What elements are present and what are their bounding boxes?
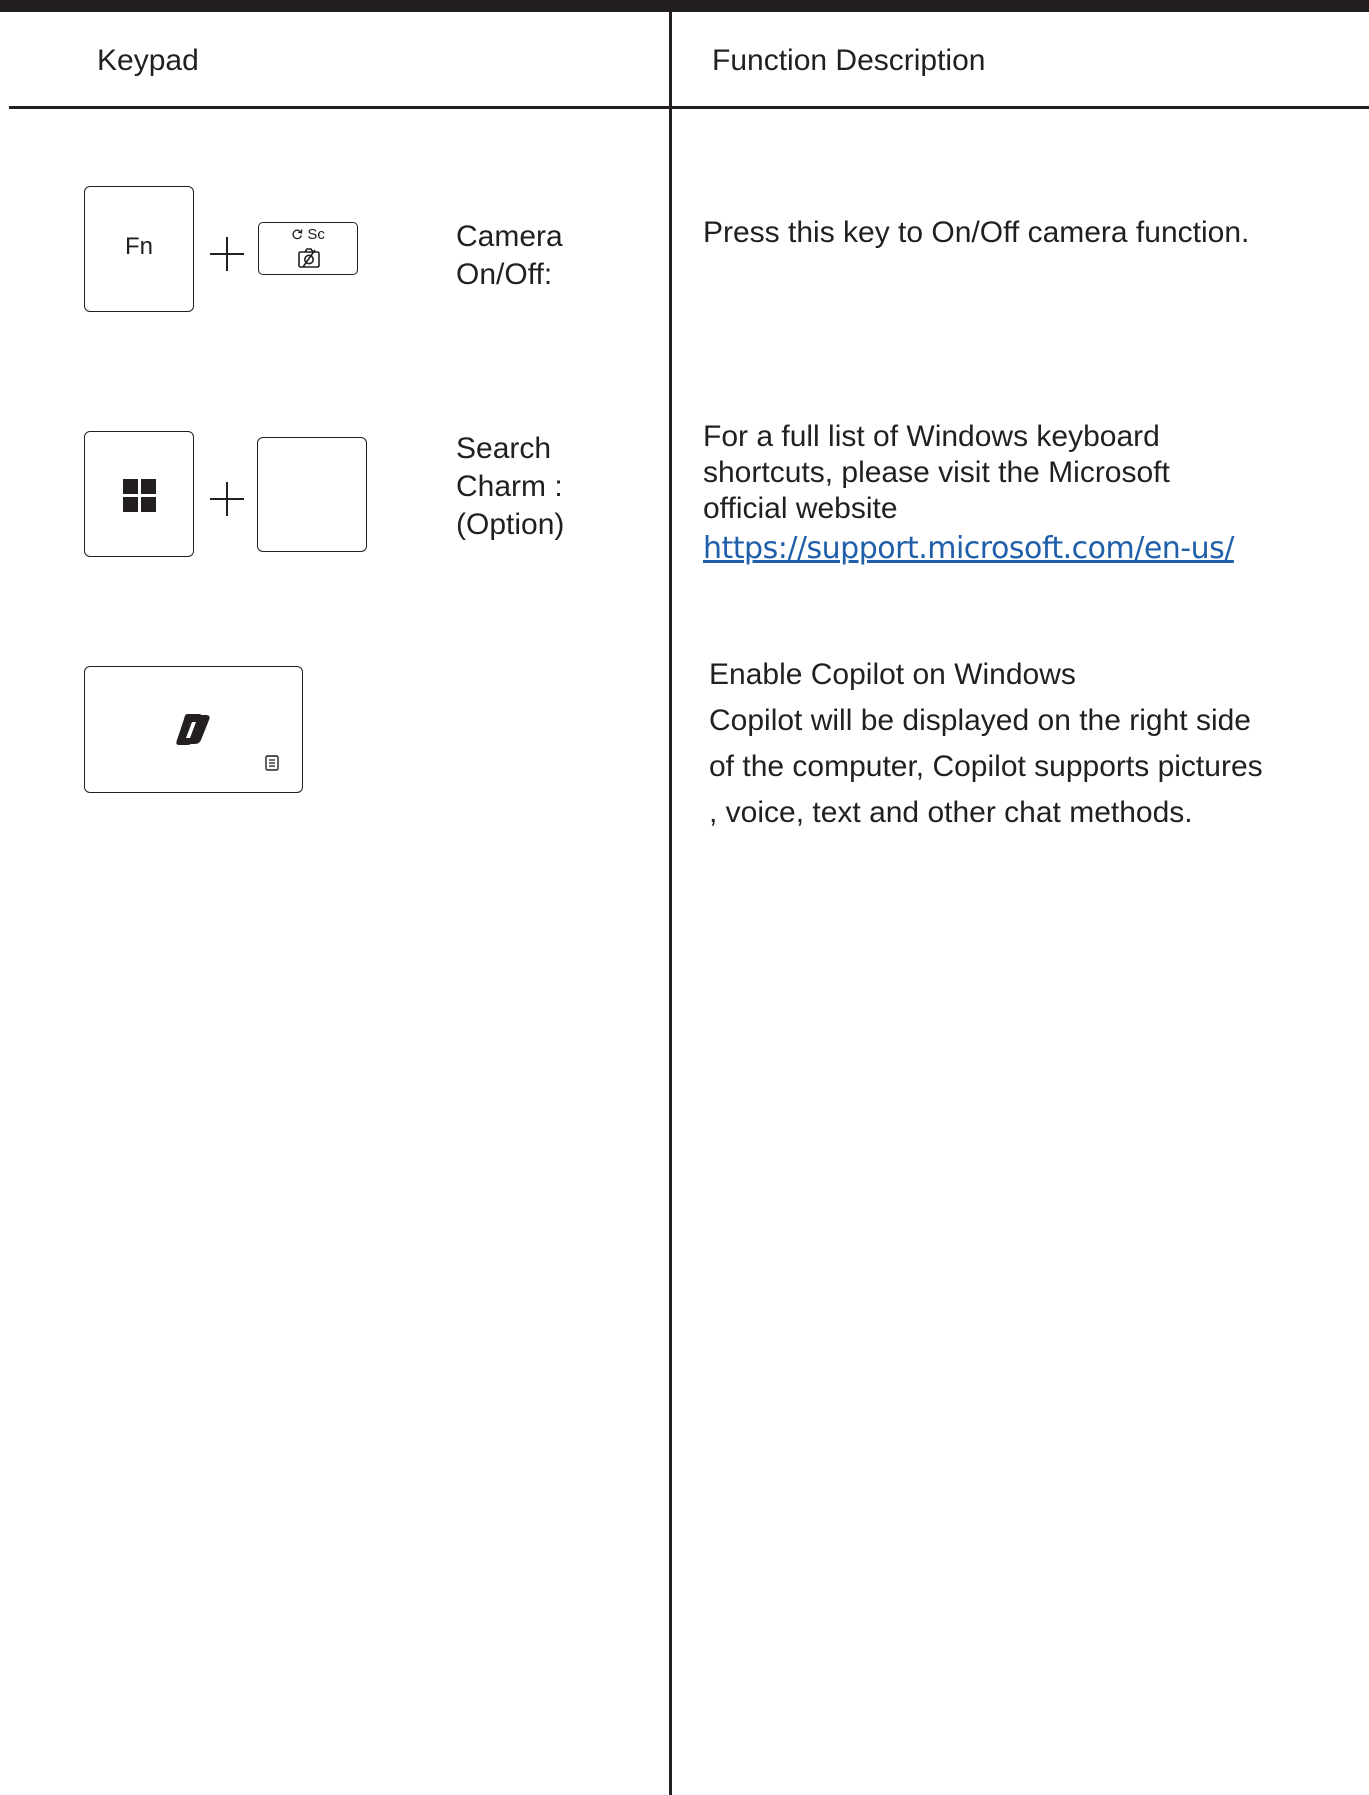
windows-logo-icon	[123, 479, 156, 512]
blank-key	[257, 437, 367, 552]
fn-key-label: Fn	[124, 233, 153, 260]
plus-sign	[210, 237, 244, 271]
refresh-icon	[292, 229, 303, 240]
menu-icon	[265, 755, 279, 771]
windows-key	[84, 431, 194, 557]
camera-key: Sc	[258, 222, 358, 275]
plus-sign	[210, 482, 244, 516]
camera-off-icon	[298, 248, 320, 268]
column-divider	[669, 12, 672, 1795]
copilot-key	[84, 666, 303, 793]
header-keypad: Keypad	[97, 44, 199, 77]
camera-label: Camera On/Off:	[456, 220, 563, 291]
header-rule	[9, 106, 1369, 109]
camera-description: Press this key to On/Off camera function…	[703, 216, 1250, 249]
top-rule	[0, 0, 1369, 12]
search-charm-label: Search Charm : (Option)	[456, 432, 565, 541]
microsoft-support-link[interactable]: https://support.microsoft.com/en-us/	[703, 531, 1234, 566]
fn-key: Fn	[84, 186, 194, 312]
copilot-logo-icon	[176, 714, 210, 745]
copilot-description: Enable Copilot on Windows Copilot will b…	[709, 658, 1263, 829]
camera-key-label: Sc	[307, 226, 325, 243]
search-charm-description: For a full list of Windows keyboard shor…	[703, 420, 1234, 566]
header-function-description: Function Description	[712, 44, 986, 77]
